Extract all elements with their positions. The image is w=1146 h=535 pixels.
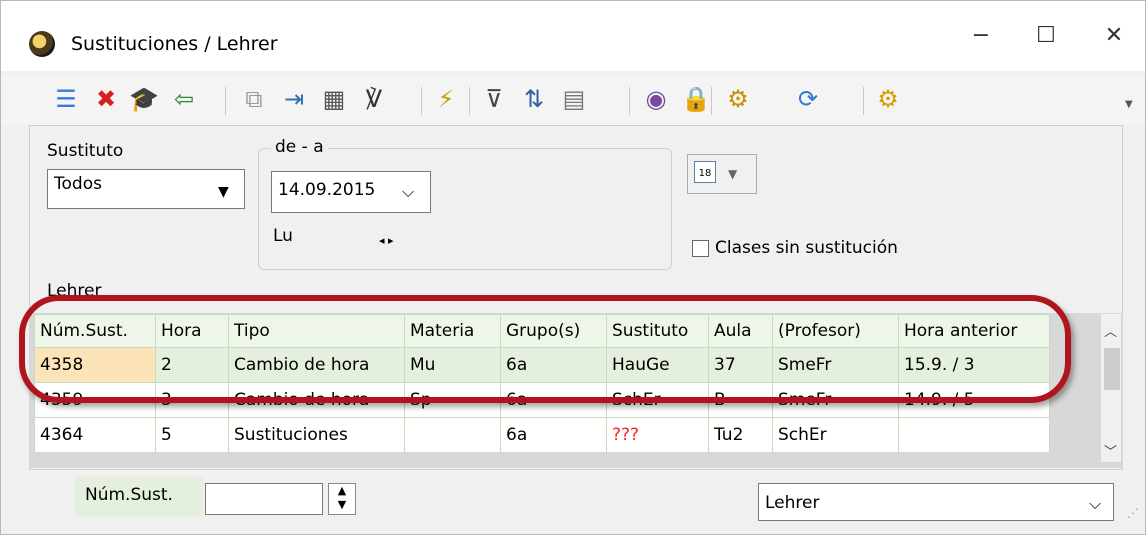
view-select-value: Lehrer (765, 493, 820, 513)
table-cell[interactable]: Tu2 (708, 417, 773, 453)
table-cell[interactable] (404, 417, 501, 453)
highlight-ellipse (19, 295, 1071, 403)
maximize-button[interactable]: ☐ (1023, 19, 1069, 53)
clases-sin-sustitucion-checkbox[interactable] (692, 240, 709, 257)
app-clock-icon (29, 31, 55, 57)
window-title: Sustituciones / Lehrer (71, 33, 278, 55)
weekday-label: Lu (273, 226, 293, 246)
sort-icon[interactable]: ⇅ (519, 83, 549, 115)
graduation-cap-icon[interactable]: 🎓 (129, 83, 159, 115)
view-select[interactable]: Lehrer ⌵ (758, 483, 1114, 521)
table-cell[interactable] (898, 417, 1050, 453)
toolbar-separator (421, 87, 422, 115)
wand-icon[interactable]: ⚡ (431, 83, 461, 115)
toolbar-separator (711, 87, 712, 115)
chevron-down-icon: ⌵ (402, 182, 415, 201)
table-cell[interactable]: Sustituciones (228, 417, 405, 453)
toolbar-separator (863, 87, 864, 115)
chevron-down-icon: ⌵ (1089, 494, 1102, 513)
date-nav-arrows[interactable]: ◂ ▸ (379, 234, 394, 247)
close-button[interactable]: ✕ (1091, 19, 1137, 53)
num-sust-label: Núm.Sust. (75, 477, 203, 517)
settings-gear-icon[interactable]: ⚙ (873, 83, 903, 115)
date-range-label: de - a (271, 137, 328, 157)
chevron-down-icon: ▼ (218, 184, 229, 200)
checkbox-label: Clases sin sustitución (715, 238, 898, 258)
stethoscope-icon[interactable]: ℣ (359, 83, 389, 115)
table-cell[interactable]: 4364 (34, 417, 156, 453)
num-sust-input[interactable] (205, 483, 323, 515)
table-row[interactable]: 4364 5 Sustituciones 6a ??? Tu2 SchEr (34, 417, 1050, 453)
sustituto-select[interactable]: Todos ▼ (47, 169, 245, 209)
window: Sustituciones / Lehrer − ☐ ✕ ☰ ✖ 🎓 ⇦ ⧉ ⇥ ▦ ℣ ⚡ ⊽ ⇅… (0, 0, 1146, 535)
list-icon[interactable]: ☰ (51, 83, 81, 115)
table-cell[interactable]: SchEr (772, 417, 899, 453)
title-bar: Sustituciones / Lehrer − ☐ ✕ (1, 1, 1145, 71)
table-cell[interactable]: ??? (606, 417, 709, 453)
num-sust-spinner[interactable]: ▲ ▼ (328, 483, 356, 515)
toolbar: ☰ ✖ 🎓 ⇦ ⧉ ⇥ ▦ ℣ ⚡ ⊽ ⇅ ▤ ◉ 🔒 ⚙ ⟳ ⚙ ▼ (1, 75, 1145, 125)
refresh-icon[interactable]: ⟳ (793, 83, 823, 115)
calendar-icon: 18 (694, 161, 716, 183)
enter-icon[interactable]: ⇥ (279, 83, 309, 115)
import-icon[interactable]: ⇦ (169, 83, 199, 115)
filter-icon[interactable]: ⊽ (479, 83, 509, 115)
calculator-icon[interactable]: ▦ (319, 83, 349, 115)
toolbar-separator (469, 87, 470, 115)
toolbar-separator (629, 87, 630, 115)
color-icon[interactable]: ◉ (641, 83, 671, 115)
scroll-down-icon[interactable]: ﹀ (1104, 441, 1117, 460)
toolbar-overflow-icon[interactable]: ▼ (1125, 99, 1133, 110)
sustituto-value: Todos (54, 174, 102, 194)
copy-icon[interactable]: ⧉ (239, 83, 269, 115)
scrollbar-thumb[interactable] (1104, 348, 1120, 390)
resize-grip-icon[interactable]: ⋰ (1127, 506, 1139, 520)
table-cell[interactable]: 5 (155, 417, 229, 453)
columns-icon[interactable]: ▤ (559, 83, 589, 115)
date-value: 14.09.2015 (278, 180, 376, 200)
chevron-down-icon: ▼ (728, 167, 738, 181)
report-settings-icon[interactable]: ⚙ (723, 83, 753, 115)
toolbar-separator (225, 87, 226, 115)
date-picker[interactable]: 14.09.2015 ⌵ (271, 171, 431, 213)
calendar-button[interactable]: 18 ▼ (687, 154, 757, 194)
minimize-button[interactable]: − (958, 19, 1004, 53)
sustituto-label: Sustituto (47, 141, 124, 161)
table-cell[interactable]: 6a (500, 417, 607, 453)
lock-icon[interactable]: 🔒 (681, 83, 711, 115)
delete-icon[interactable]: ✖ (91, 83, 121, 115)
scroll-up-icon[interactable]: ︿ (1104, 321, 1117, 340)
